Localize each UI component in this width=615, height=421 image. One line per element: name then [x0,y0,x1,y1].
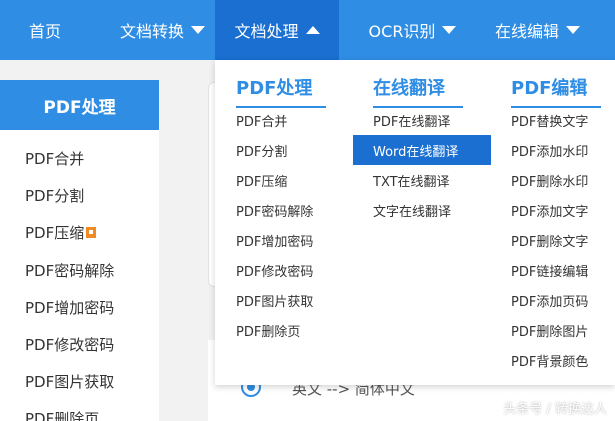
dropdown-col-online-translate-title: 在线翻译 [373,74,463,108]
menu-item-pdf-delete-page[interactable]: PDF删除页 [236,315,300,345]
menu-item-pdf-background-color[interactable]: PDF背景颜色 [511,345,588,375]
sidebar-item-pdf-compress[interactable]: PDF压缩 [25,222,97,243]
menu-item-text-translate[interactable]: 文字在线翻译 [373,195,451,225]
menu-item-pdf-add-watermark[interactable]: PDF添加水印 [511,135,588,165]
sidebar-item-pdf-image-extract[interactable]: PDF图片获取 [25,371,114,392]
sidebar-item-pdf-split[interactable]: PDF分割 [25,185,84,206]
sidebar-item-pdf-merge[interactable]: PDF合并 [25,148,84,169]
menu-item-word-translate[interactable]: Word在线翻译 [353,135,491,165]
sidebar-item-label: PDF增加密码 [25,299,115,317]
nav-doc-convert-label: 文档转换 [119,22,184,41]
menu-item-pdf-password-remove[interactable]: PDF密码解除 [236,195,313,225]
sidebar-item-pdf-password-remove[interactable]: PDF密码解除 [25,260,114,281]
menu-item-pdf-password-change[interactable]: PDF修改密码 [236,255,313,285]
menu-item-pdf-split[interactable]: PDF分割 [236,135,287,165]
menu-item-pdf-add-text[interactable]: PDF添加文字 [511,195,588,225]
dropdown-col-pdf-process-title: PDF处理 [236,74,326,108]
menu-item-pdf-add-page-number[interactable]: PDF添加页码 [511,285,588,315]
sidebar-item-label: PDF修改密码 [25,336,115,354]
nav-doc-process[interactable]: 文档处理 [215,0,339,60]
sidebar-item-label: PDF图片获取 [25,373,115,391]
top-navigation: 首页 文档转换 文档处理 OCR识别 在线编辑 [0,0,615,60]
nav-doc-convert[interactable]: 文档转换 [110,0,215,60]
menu-item-pdf-compress[interactable]: PDF压缩 [236,165,287,195]
menu-item-pdf-translate[interactable]: PDF在线翻译 [373,105,450,135]
menu-item-txt-translate[interactable]: TXT在线翻译 [373,165,450,195]
menu-item-pdf-password-add[interactable]: PDF增加密码 [236,225,313,255]
menu-item-pdf-image-extract[interactable]: PDF图片获取 [236,285,313,315]
watermark: 头条号 / 转换达人 [503,402,607,417]
menu-item-pdf-link-edit[interactable]: PDF链接编辑 [511,255,588,285]
sidebar: PDF处理 PDF合并 PDF分割 PDF压缩 PDF密码解除 PDF增加密码 … [0,80,159,421]
nav-home-label: 首页 [28,22,61,41]
sidebar-item-label: PDF合并 [25,150,85,168]
sidebar-item-pdf-password-add[interactable]: PDF增加密码 [25,297,114,318]
nav-ocr[interactable]: OCR识别 [355,0,470,60]
nav-home[interactable]: 首页 [0,0,90,60]
menu-item-pdf-replace-text[interactable]: PDF替换文字 [511,105,588,135]
menu-item-pdf-remove-watermark[interactable]: PDF删除水印 [511,165,588,195]
sidebar-item-pdf-password-change[interactable]: PDF修改密码 [25,334,114,355]
chevron-down-icon [442,26,457,34]
nav-online-edit[interactable]: 在线编辑 [485,0,590,60]
sidebar-title: PDF处理 [0,80,159,130]
sidebar-item-label: PDF分割 [25,187,85,205]
chevron-down-icon [191,26,205,34]
sidebar-item-pdf-delete-page[interactable]: PDF删除页 [25,408,99,421]
menu-item-pdf-merge[interactable]: PDF合并 [236,105,287,135]
nav-ocr-label: OCR识别 [368,22,436,41]
doc-process-dropdown: PDF处理 PDF合并 PDF分割 PDF压缩 PDF密码解除 PDF增加密码 … [215,60,615,385]
menu-item-pdf-delete-text[interactable]: PDF删除文字 [511,225,588,255]
sidebar-item-label: PDF删除页 [25,410,100,421]
menu-item-pdf-delete-image[interactable]: PDF删除图片 [511,315,588,345]
dropdown-col-pdf-edit-title: PDF编辑 [511,74,601,108]
sidebar-item-label: PDF压缩 [25,224,85,242]
chevron-up-icon [305,26,320,34]
nav-online-edit-label: 在线编辑 [494,22,559,41]
chevron-down-icon [566,26,580,34]
hot-badge-icon [86,227,97,238]
nav-doc-process-label: 文档处理 [234,22,299,41]
sidebar-item-label: PDF密码解除 [25,262,115,280]
